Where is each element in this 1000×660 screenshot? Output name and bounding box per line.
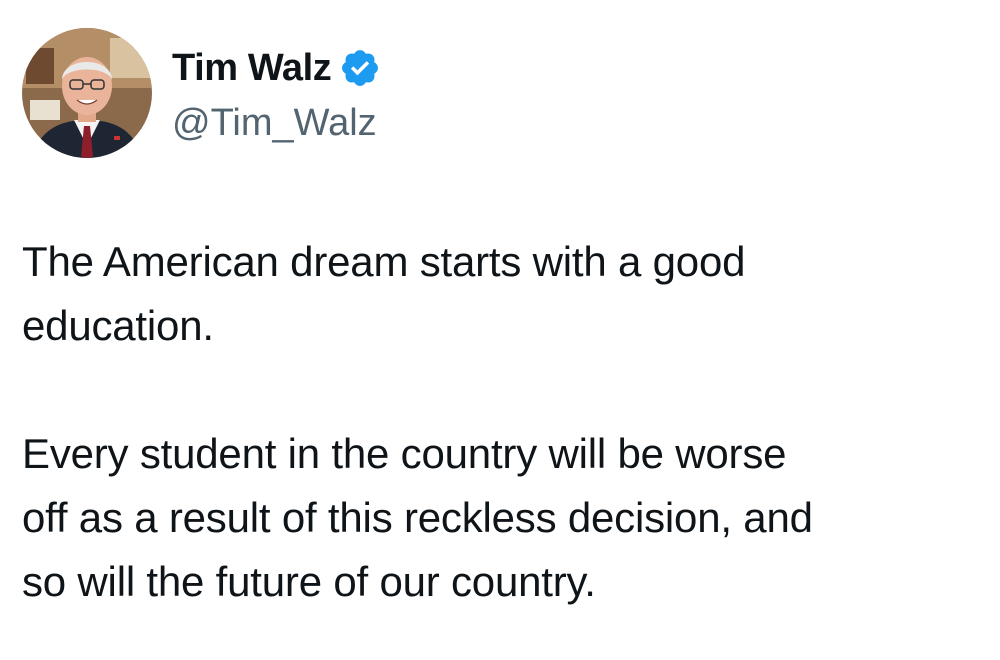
author-handle[interactable]: @Tim_Walz	[172, 102, 377, 145]
tweet-card[interactable]: Tim Walz @Tim_Walz The American dream st…	[0, 0, 1000, 660]
author-name-row: Tim Walz	[172, 44, 381, 92]
author-display-name[interactable]: Tim Walz	[172, 47, 332, 90]
verified-badge-icon[interactable]	[339, 47, 381, 89]
tweet-paragraph-2: Every student in the country will be wor…	[22, 430, 813, 605]
tweet-paragraph-1: The American dream starts with a good ed…	[22, 238, 746, 349]
tweet-text: The American dream starts with a good ed…	[22, 230, 982, 614]
avatar[interactable]	[22, 28, 152, 158]
profile-photo-icon	[22, 28, 152, 158]
